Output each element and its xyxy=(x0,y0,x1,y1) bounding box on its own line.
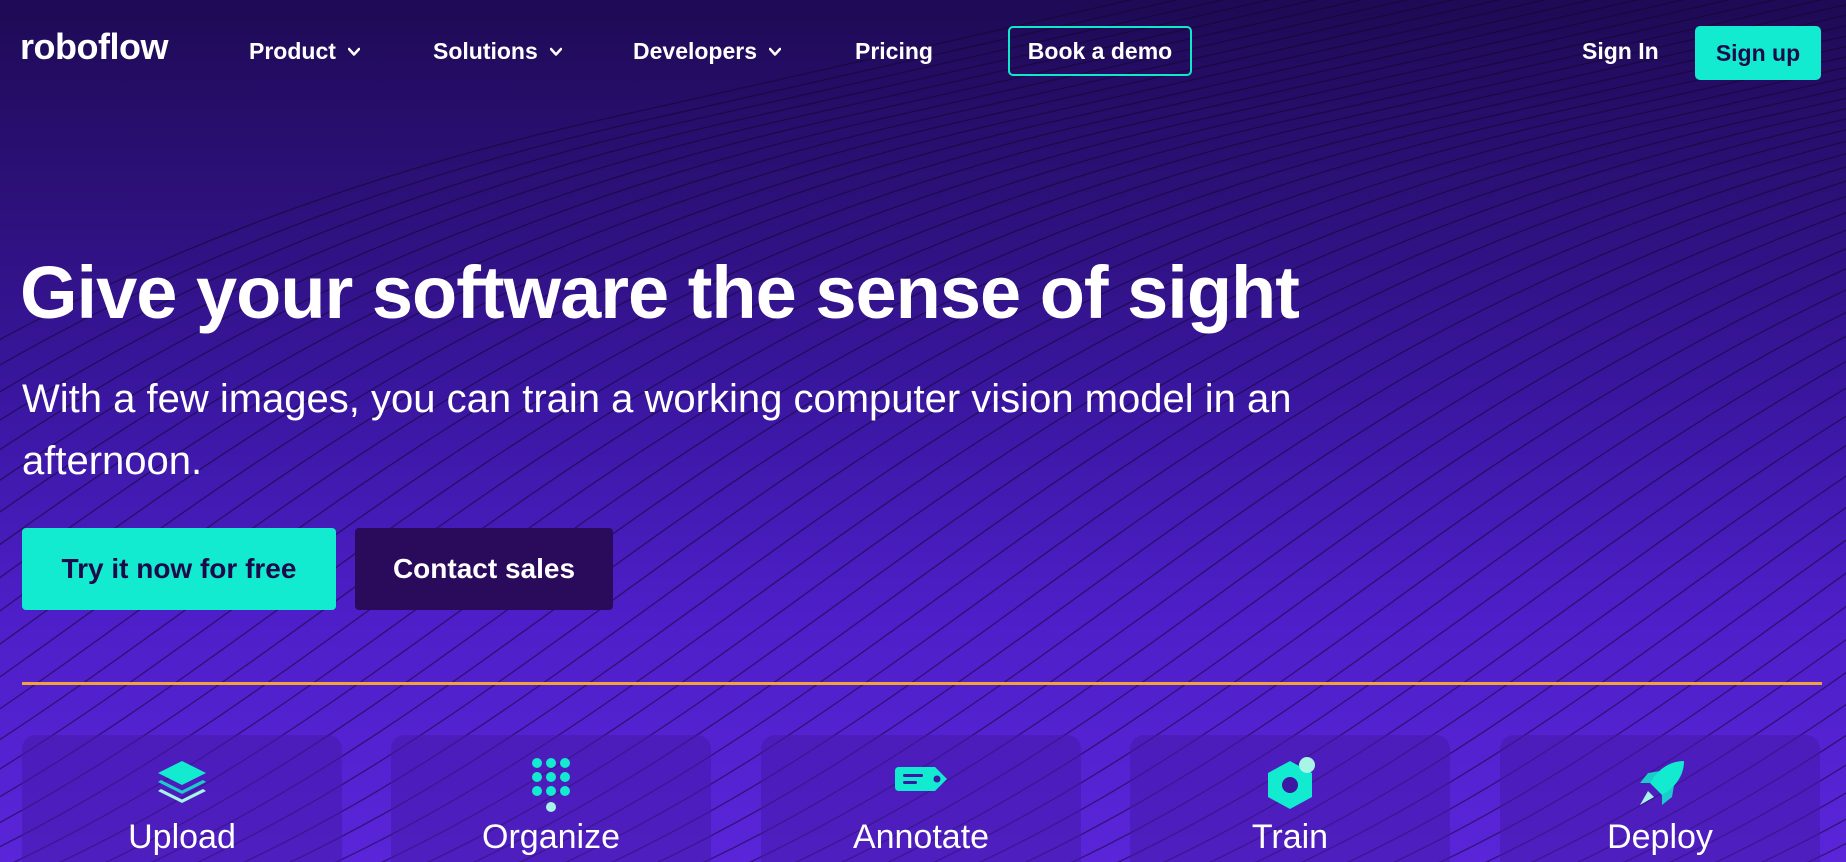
wave-line xyxy=(1669,764,1846,862)
wave-line xyxy=(1485,638,1846,862)
chevron-down-icon xyxy=(549,47,562,56)
nav-product-label: Product xyxy=(249,38,336,64)
chevron-down-icon xyxy=(769,47,782,56)
wave-line xyxy=(1768,0,1846,862)
nav-developers-label: Developers xyxy=(633,38,758,64)
top-nav: roboflow Product Solutions Developers Pr… xyxy=(0,0,1846,106)
nav-developers[interactable]: Developers xyxy=(633,38,782,65)
hero-title: Give your software the sense of sight xyxy=(20,251,1300,334)
try-free-button[interactable]: Try it now for free xyxy=(22,528,336,610)
nav-pricing-label: Pricing xyxy=(855,38,933,64)
nav-pricing[interactable]: Pricing xyxy=(855,38,933,65)
hexagon-icon xyxy=(1268,757,1315,809)
wave-line xyxy=(1531,671,1846,862)
chevron-down-icon xyxy=(347,47,360,56)
wave-line xyxy=(1577,703,1846,862)
nav-solutions-label: Solutions xyxy=(433,38,538,64)
wave-line xyxy=(1715,792,1846,862)
book-demo-button[interactable]: Book a demo xyxy=(1008,26,1192,76)
contact-sales-button[interactable]: Contact sales xyxy=(355,528,613,610)
rocket-icon xyxy=(1640,761,1684,805)
divider xyxy=(22,682,1822,685)
sign-up-button[interactable]: Sign up xyxy=(1695,26,1821,80)
wave-line xyxy=(1807,842,1846,862)
roboflow-logo[interactable]: roboflow xyxy=(20,26,168,68)
nav-product[interactable]: Product xyxy=(249,38,360,65)
nav-solutions[interactable]: Solutions xyxy=(433,38,562,65)
dots-grid-icon xyxy=(532,758,570,812)
tag-icon xyxy=(895,767,947,791)
sign-in-link[interactable]: Sign In xyxy=(1582,38,1659,65)
feature-label-deploy: Deploy xyxy=(1607,818,1713,856)
page: roboflow Product Solutions Developers Pr… xyxy=(0,0,1846,862)
wave-line xyxy=(1814,0,1846,862)
feature-label-train: Train xyxy=(1251,818,1329,856)
wave-line xyxy=(1761,818,1846,862)
hero-subtitle: With a few images, you can train a worki… xyxy=(22,377,1292,483)
wave-line xyxy=(1623,734,1846,862)
layers-icon xyxy=(158,761,206,803)
wave-line xyxy=(1439,605,1846,862)
feature-label-organize: Organize xyxy=(482,818,620,856)
feature-label-annotate: Annotate xyxy=(852,818,990,856)
feature-label-upload: Upload xyxy=(128,818,236,856)
